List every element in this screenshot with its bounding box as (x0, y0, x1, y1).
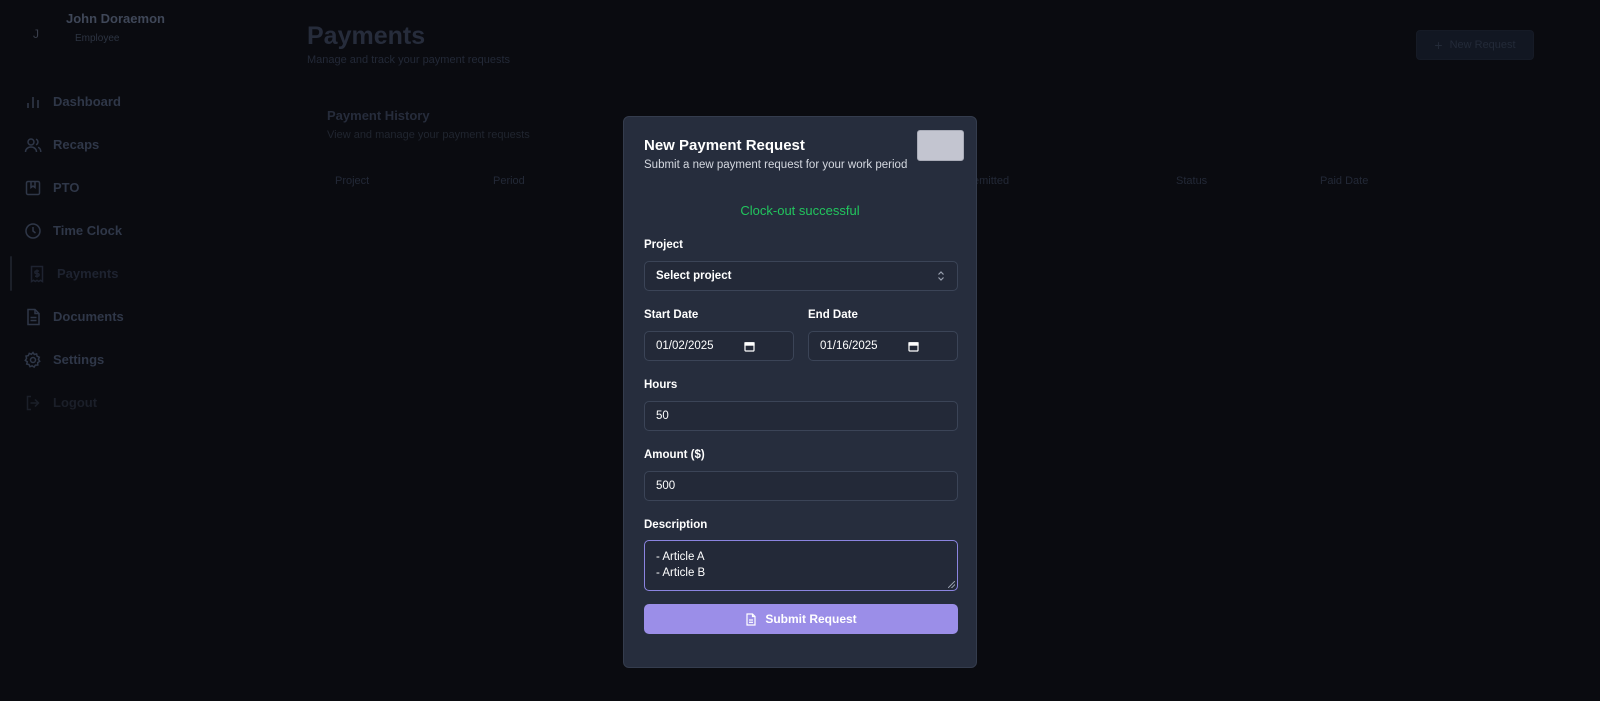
sidebar-item-label: Recaps (53, 137, 100, 152)
end-date-value: 01/16/2025 (820, 340, 878, 352)
document-icon (746, 612, 756, 626)
sidebar-nav: Dashboard Recaps PTO Time Clock Payments… (0, 80, 260, 424)
project-select[interactable]: Select project (644, 261, 958, 291)
column-header-submitted: emitted (973, 175, 1010, 187)
sidebar-item-label: Dashboard (53, 94, 121, 109)
dollar-receipt-icon (30, 265, 44, 283)
sidebar-item-pto[interactable]: PTO (0, 166, 260, 209)
clock-icon (25, 222, 41, 239)
payment-history-title: Payment History (327, 108, 430, 123)
success-message: Clock-out successful (740, 203, 860, 218)
description-line: - Article B (656, 567, 706, 579)
description-line: - Article A (656, 551, 705, 563)
column-header-period: Period (493, 175, 525, 187)
gear-icon (24, 350, 41, 368)
sidebar-item-label: Payments (57, 266, 119, 281)
chevron-up-down-icon (937, 270, 945, 282)
new-payment-request-modal: New Payment Request Submit a new payment… (623, 116, 977, 668)
user-name: John Doraemon (66, 11, 165, 26)
column-header-paid-date: Paid Date (1320, 175, 1369, 187)
sidebar-item-recaps[interactable]: Recaps (0, 123, 260, 166)
submit-request-button[interactable]: Submit Request (644, 604, 958, 634)
resize-handle-icon[interactable] (948, 581, 955, 588)
amount-value: 500 (656, 480, 676, 492)
start-date-value: 01/02/2025 (656, 340, 714, 352)
users-icon (24, 137, 42, 152)
hours-label: Hours (644, 379, 678, 391)
new-request-label: New Request (1449, 39, 1516, 51)
modal-title: New Payment Request (644, 137, 805, 154)
bar-chart-icon (27, 96, 39, 108)
sidebar-item-settings[interactable]: Settings (0, 338, 260, 381)
sidebar: J John Doraemon Employee Dashboard Recap… (0, 0, 260, 701)
sidebar-item-label: PTO (53, 180, 80, 195)
hours-value: 50 (656, 410, 669, 422)
calendar-icon[interactable] (908, 341, 919, 352)
bookmark-icon (25, 180, 41, 195)
page-subtitle: Manage and track your payment requests (307, 54, 511, 66)
page-title: Payments (307, 22, 426, 50)
start-date-input[interactable]: 01/02/2025 (644, 331, 794, 361)
sidebar-item-dashboard[interactable]: Dashboard (0, 80, 260, 123)
hours-input[interactable]: 50 (644, 401, 958, 431)
document-icon (27, 308, 40, 325)
user-profile: J John Doraemon Employee (20, 10, 165, 50)
sidebar-item-label: Time Clock (53, 223, 123, 238)
project-label: Project (644, 239, 683, 251)
logout-icon (26, 395, 40, 410)
new-request-button[interactable]: + New Request (1416, 30, 1534, 60)
description-textarea[interactable]: - Article A - Article B (644, 540, 958, 591)
column-header-project: Project (335, 175, 370, 187)
amount-label: Amount ($) (644, 449, 705, 461)
column-header-status: Status (1176, 175, 1208, 187)
description-label: Description (644, 519, 708, 531)
end-date-input[interactable]: 01/16/2025 (808, 331, 958, 361)
user-role: Employee (75, 33, 120, 44)
sidebar-item-documents[interactable]: Documents (0, 295, 260, 338)
sidebar-item-label: Documents (53, 309, 124, 324)
sidebar-item-label: Settings (53, 352, 105, 367)
close-button[interactable] (917, 130, 964, 161)
sidebar-item-logout[interactable]: Logout (0, 381, 260, 424)
plus-icon: + (1434, 37, 1443, 53)
amount-input[interactable]: 500 (644, 471, 958, 501)
calendar-icon[interactable] (744, 341, 755, 352)
modal-subtitle: Submit a new payment request for your wo… (644, 159, 908, 171)
end-date-label: End Date (808, 309, 858, 321)
submit-request-label: Submit Request (765, 612, 857, 626)
sidebar-item-payments[interactable]: Payments (0, 252, 260, 295)
sidebar-item-time-clock[interactable]: Time Clock (0, 209, 260, 252)
project-select-value: Select project (656, 270, 732, 282)
avatar: J (33, 27, 39, 41)
sidebar-item-label: Logout (53, 395, 98, 410)
start-date-label: Start Date (644, 309, 699, 321)
payment-history-subtitle: View and manage your payment requests (327, 129, 530, 141)
